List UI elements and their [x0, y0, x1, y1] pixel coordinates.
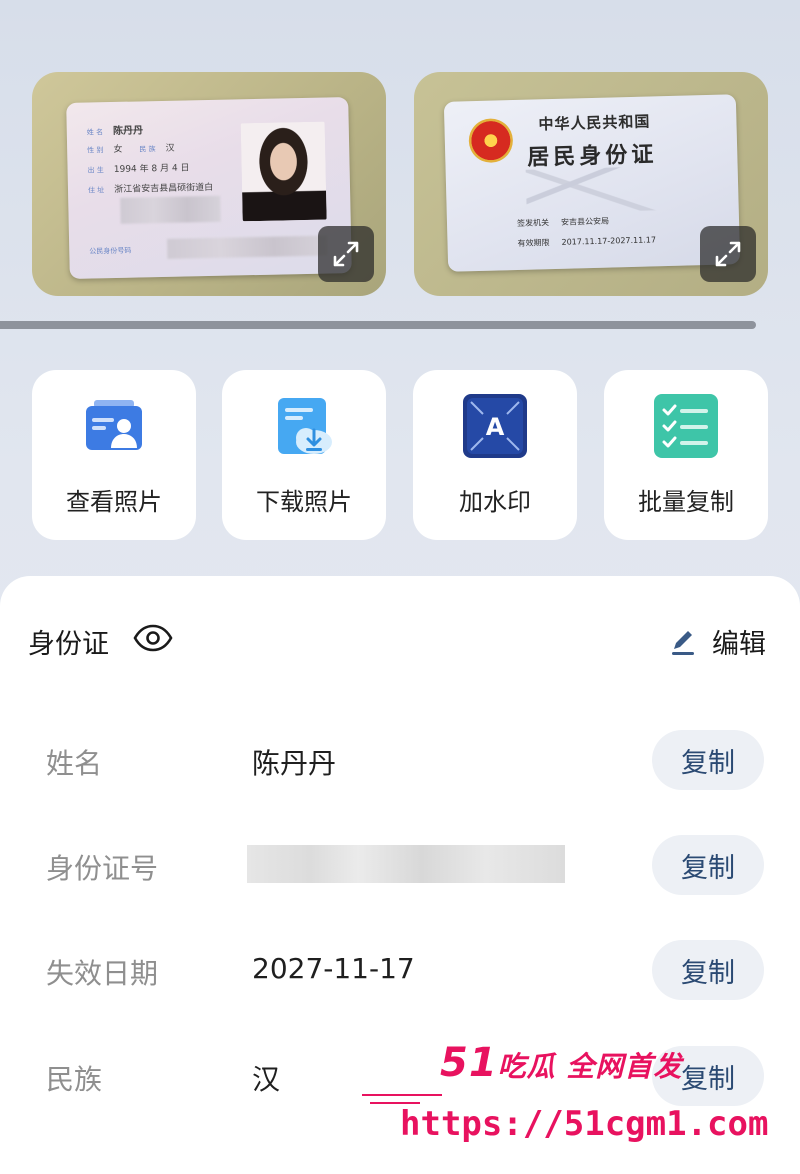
id-card-images: 姓 名陈丹丹 性 别女 民 族汉 出 生 1994 年 8 月 4 日 住 址浙江…	[32, 72, 768, 296]
panel-title: 身份证	[28, 629, 109, 660]
national-emblem-icon	[468, 118, 514, 164]
copy-id-number-button[interactable]: 复制	[652, 835, 764, 895]
row-id-number: 身份证号 复制	[0, 835, 800, 895]
edit-button[interactable]: 编辑	[712, 622, 766, 661]
view-photo-icon	[86, 400, 142, 450]
watermark-icon: A	[463, 394, 527, 458]
id-name: 陈丹丹	[112, 125, 144, 137]
download-photo-label: 下载照片	[256, 488, 352, 516]
watermark-line	[362, 1094, 442, 1096]
view-photo-button[interactable]: 查看照片	[32, 370, 196, 540]
row-expiry-date: 失效日期 2027-11-17 复制	[0, 940, 800, 1000]
expiry-date-value: 2027-11-17	[252, 952, 415, 985]
download-photo-button[interactable]: 下载照片	[222, 370, 386, 540]
name-value: 陈丹丹	[252, 747, 337, 780]
id-number-redaction	[167, 235, 328, 259]
expand-front-button[interactable]	[318, 226, 374, 282]
watermark-label: 加水印	[459, 488, 531, 516]
view-photo-label: 查看照片	[66, 488, 162, 516]
batch-copy-label: 批量复制	[638, 488, 734, 516]
watermark-url: https://51cgm1.com	[400, 1104, 769, 1144]
copy-expiry-button[interactable]: 复制	[652, 940, 764, 1000]
id-portrait-photo	[240, 121, 327, 222]
ethnicity-value: 汉	[252, 1063, 281, 1096]
row-name: 姓名 陈丹丹 复制	[0, 730, 800, 790]
download-photo-icon	[278, 398, 332, 454]
svg-text:A: A	[486, 413, 505, 441]
id-card-front: 姓 名陈丹丹 性 别女 民 族汉 出 生 1994 年 8 月 4 日 住 址浙江…	[66, 97, 352, 279]
eye-icon[interactable]	[132, 622, 174, 654]
address-redaction	[120, 195, 221, 224]
id-number-redacted	[247, 845, 565, 883]
expand-icon	[715, 241, 741, 267]
batch-copy-icon	[654, 394, 718, 458]
id-card-front-thumbnail[interactable]: 姓 名陈丹丹 性 别女 民 族汉 出 生 1994 年 8 月 4 日 住 址浙江…	[32, 72, 386, 296]
expand-back-button[interactable]	[700, 226, 756, 282]
scroll-indicator	[0, 321, 756, 329]
copy-name-button[interactable]: 复制	[652, 730, 764, 790]
id-card-back-thumbnail[interactable]: 中华人民共和国 居民身份证 签发机关 安吉县公安局 有效期限 2017.11.17-…	[414, 72, 768, 296]
watermark-text: 51吃瓜 全网首发	[440, 1040, 683, 1086]
batch-copy-button[interactable]: 批量复制	[604, 370, 768, 540]
edit-icon[interactable]	[668, 627, 698, 657]
expand-icon	[333, 241, 359, 267]
id-card-back: 中华人民共和国 居民身份证 签发机关 安吉县公安局 有效期限 2017.11.17-…	[443, 94, 741, 272]
great-wall-graphic	[525, 166, 667, 214]
watermark-button[interactable]: A 加水印	[413, 370, 577, 540]
